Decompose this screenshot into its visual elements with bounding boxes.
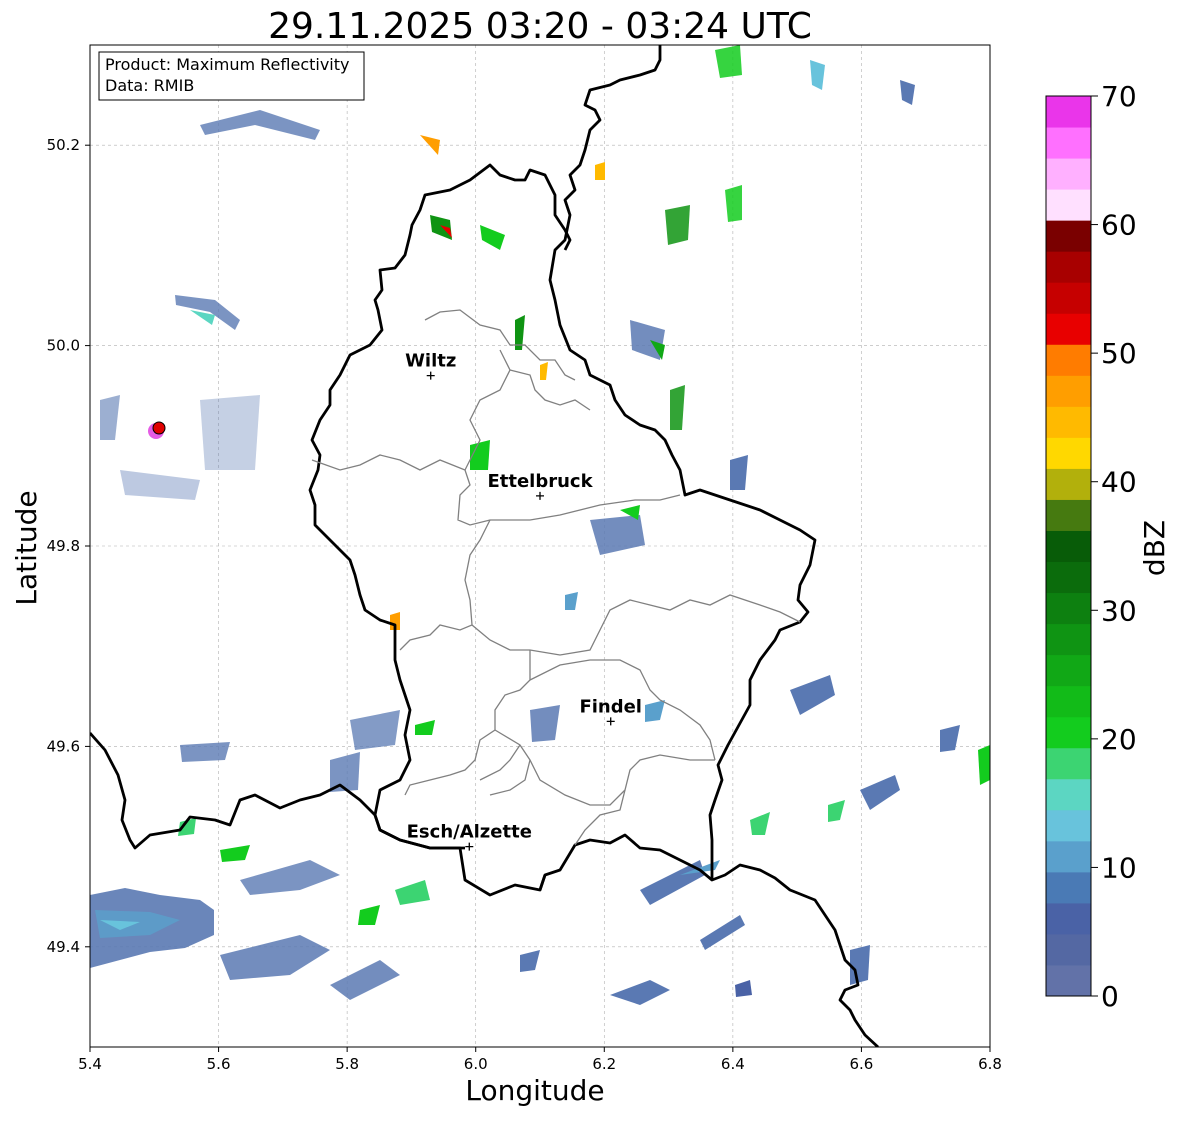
x-tick-label: 5.4 [78, 1055, 102, 1073]
colorbar-segment [1046, 530, 1091, 563]
y-tick-label: 49.4 [47, 938, 80, 956]
colorbar-segment [1046, 716, 1091, 749]
colorbar-tick-label: 0 [1101, 980, 1119, 1013]
y-tick-label: 49.8 [47, 537, 80, 555]
x-tick-label: 6.6 [849, 1055, 873, 1073]
map-title: 29.11.2025 03:20 - 03:24 UTC [268, 6, 812, 47]
city-label: Wiltz [405, 351, 456, 372]
colorbar-segment [1046, 499, 1091, 531]
colorbar-segment [1046, 344, 1091, 376]
x-tick-label: 6.4 [721, 1055, 745, 1073]
colorbar-segment [1046, 809, 1091, 842]
y-axis-ticks: 49.4 49.6 49.8 50.0 50.2 [47, 136, 90, 956]
info-data: Data: RMIB [105, 76, 194, 95]
info-product: Product: Maximum Reflectivity [105, 55, 349, 74]
colorbar-tick-label: 60 [1101, 209, 1137, 242]
city-label: Esch/Alzette [407, 822, 532, 843]
x-tick-label: 5.6 [207, 1055, 231, 1073]
colorbar-tick-label: 70 [1101, 80, 1137, 113]
info-box: Product: Maximum Reflectivity Data: RMIB [98, 51, 365, 101]
colorbar [1046, 96, 1091, 997]
y-tick-label: 50.2 [47, 136, 80, 154]
colorbar-segment [1046, 251, 1091, 283]
colorbar-segment [1046, 282, 1091, 314]
colorbar-segment [1046, 964, 1091, 997]
x-tick-label: 5.8 [335, 1055, 359, 1073]
x-axis-ticks: 5.4 5.6 5.8 6.0 6.2 6.4 6.6 6.8 [78, 1047, 1002, 1073]
y-axis-label: Latitude [10, 490, 43, 605]
colorbar-tick-label: 20 [1101, 723, 1137, 756]
colorbar-segment [1046, 96, 1091, 128]
colorbar-segment [1046, 561, 1091, 594]
colorbar-segment [1046, 127, 1091, 159]
colorbar-segment [1046, 840, 1091, 873]
colorbar-label: dBZ [1138, 520, 1171, 576]
colorbar-tick-label: 30 [1101, 594, 1137, 627]
colorbar-segment [1046, 902, 1091, 935]
x-tick-label: 6.0 [464, 1055, 488, 1073]
x-tick-label: 6.2 [592, 1055, 616, 1073]
colorbar-segment [1046, 189, 1091, 221]
x-tick-label: 6.8 [978, 1055, 1002, 1073]
colorbar-segment [1046, 933, 1091, 966]
y-tick-label: 50.0 [47, 337, 80, 355]
colorbar-segment [1046, 654, 1091, 687]
colorbar-segment [1046, 592, 1091, 625]
x-axis-label: Longitude [465, 1074, 604, 1107]
colorbar-segment [1046, 871, 1091, 904]
colorbar-segment [1046, 468, 1091, 500]
colorbar-segment [1046, 437, 1091, 469]
city-label: Findel [579, 696, 642, 717]
colorbar-segment [1046, 685, 1091, 718]
y-tick-label: 49.6 [47, 737, 80, 755]
colorbar-segment [1046, 220, 1091, 252]
colorbar-segment [1046, 747, 1091, 780]
radar-map-figure: 29.11.2025 03:20 - 03:24 UTC WiltzEttelb… [10, 6, 1171, 1107]
colorbar-segment [1046, 158, 1091, 190]
colorbar-tick-label: 40 [1101, 466, 1137, 499]
city-label: Ettelbruck [487, 471, 593, 492]
colorbar-segment [1046, 778, 1091, 811]
colorbar-tick-label: 50 [1101, 337, 1137, 370]
colorbar-segment [1046, 623, 1091, 656]
colorbar-ticks: 0 10 20 30 40 50 60 70 [1091, 80, 1137, 1013]
colorbar-segment [1046, 406, 1091, 438]
colorbar-segment [1046, 313, 1091, 345]
colorbar-segment [1046, 375, 1091, 407]
colorbar-tick-label: 10 [1101, 851, 1137, 884]
